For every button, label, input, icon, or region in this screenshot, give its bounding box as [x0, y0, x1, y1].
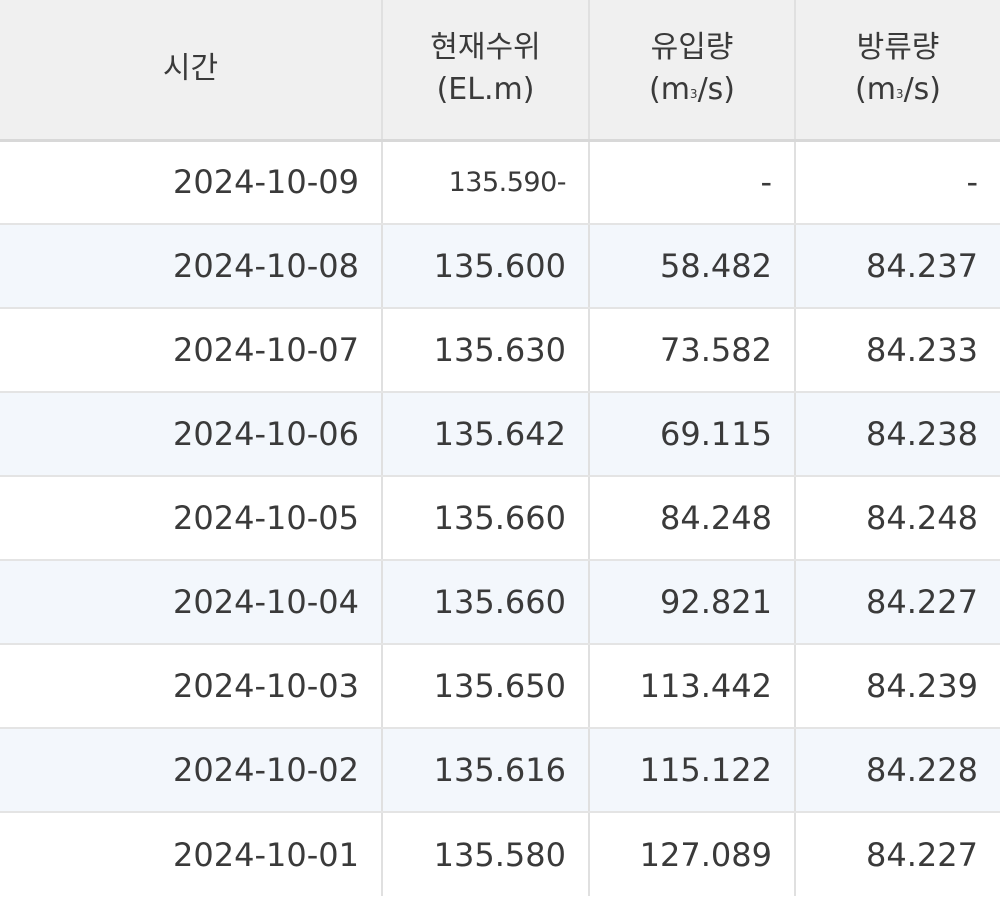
header-level-title: 현재수위	[430, 30, 541, 66]
header-inflow-unit-post: /s)	[697, 72, 736, 108]
cell-outflow: 84.239	[795, 644, 1000, 729]
cell-outflow: 84.238	[795, 392, 1000, 477]
cell-outflow: 84.237	[795, 224, 1000, 309]
cell-outflow: 84.233	[795, 308, 1000, 393]
table-body: 2024-10-09 135.590- - - 2024-10-08 135.6…	[0, 140, 1000, 896]
header-outflow: 방류량 (m3/s)	[795, 0, 1000, 142]
header-inflow-title: 유입량	[650, 30, 734, 66]
cell-time: 2024-10-02	[0, 728, 383, 813]
header-outflow-unit-pre: (m	[854, 72, 896, 108]
header-outflow-unit-post: /s)	[903, 72, 942, 108]
header-time: 시간	[0, 0, 383, 142]
cell-time: 2024-10-07	[0, 308, 383, 393]
cell-inflow: 84.248	[589, 476, 796, 561]
header-inflow-unit: (m3/s)	[590, 69, 794, 111]
cell-outflow: 84.248	[795, 476, 1000, 561]
cell-inflow: 73.582	[589, 308, 796, 393]
cell-outflow: 84.227	[795, 560, 1000, 645]
cell-level: 135.630	[382, 308, 590, 393]
cell-level: 135.660	[382, 560, 590, 645]
cell-inflow: 115.122	[589, 728, 796, 813]
cell-inflow: 69.115	[589, 392, 796, 477]
header-outflow-unit-sup: 3	[895, 87, 904, 102]
water-level-table: 시간 현재수위 (EL.m) 유입량 (m3/s) 방류량 (m3/s) 202…	[0, 0, 1000, 896]
table-row: 2024-10-02 135.616 115.122 84.228	[0, 728, 1000, 813]
header-outflow-unit: (m3/s)	[796, 69, 1000, 111]
cell-time: 2024-10-08	[0, 224, 383, 309]
cell-time: 2024-10-05	[0, 476, 383, 561]
cell-outflow: 84.228	[795, 728, 1000, 813]
cell-time: 2024-10-03	[0, 644, 383, 729]
cell-level: 135.590-	[382, 140, 590, 225]
header-outflow-title: 방류량	[856, 30, 940, 66]
header-inflow-unit-sup: 3	[689, 87, 698, 102]
table-row: 2024-10-08 135.600 58.482 84.237	[0, 224, 1000, 309]
table-row: 2024-10-05 135.660 84.248 84.248	[0, 476, 1000, 561]
header-level: 현재수위 (EL.m)	[382, 0, 590, 142]
cell-level: 135.650	[382, 644, 590, 729]
header-inflow-unit-pre: (m	[648, 72, 690, 108]
cell-level: 135.616	[382, 728, 590, 813]
header-level-unit: (EL.m)	[436, 72, 535, 108]
cell-level: 135.660	[382, 476, 590, 561]
cell-inflow: 58.482	[589, 224, 796, 309]
table-row: 2024-10-09 135.590- - -	[0, 140, 1000, 225]
cell-level: 135.642	[382, 392, 590, 477]
cell-time: 2024-10-06	[0, 392, 383, 477]
table-row: 2024-10-04 135.660 92.821 84.227	[0, 560, 1000, 645]
cell-time: 2024-10-09	[0, 140, 383, 225]
cell-inflow: 127.089	[589, 812, 796, 896]
cell-inflow: 92.821	[589, 560, 796, 645]
header-row: 시간 현재수위 (EL.m) 유입량 (m3/s) 방류량 (m3/s)	[0, 0, 1000, 142]
cell-outflow: -	[795, 140, 1000, 225]
cell-level: 135.600	[382, 224, 590, 309]
cell-time: 2024-10-01	[0, 812, 383, 896]
cell-outflow: 84.227	[866, 835, 978, 874]
cell-inflow: 113.442	[589, 644, 796, 729]
cell-level: 135.580	[382, 812, 590, 896]
header-time-label: 시간	[162, 51, 219, 87]
table-row: 2024-10-07 135.630 73.582 84.233	[0, 308, 1000, 393]
cell-inflow: -	[589, 140, 796, 225]
table-row: 2024-10-03 135.650 113.442 84.239	[0, 644, 1000, 729]
table-row: 2024-10-06 135.642 69.115 84.238	[0, 392, 1000, 477]
table-row: 2024-10-01 135.580 127.089 84.227	[0, 812, 1000, 896]
cell-time: 2024-10-04	[0, 560, 383, 645]
table-header: 시간 현재수위 (EL.m) 유입량 (m3/s) 방류량 (m3/s)	[0, 0, 1000, 142]
header-inflow: 유입량 (m3/s)	[589, 0, 796, 142]
